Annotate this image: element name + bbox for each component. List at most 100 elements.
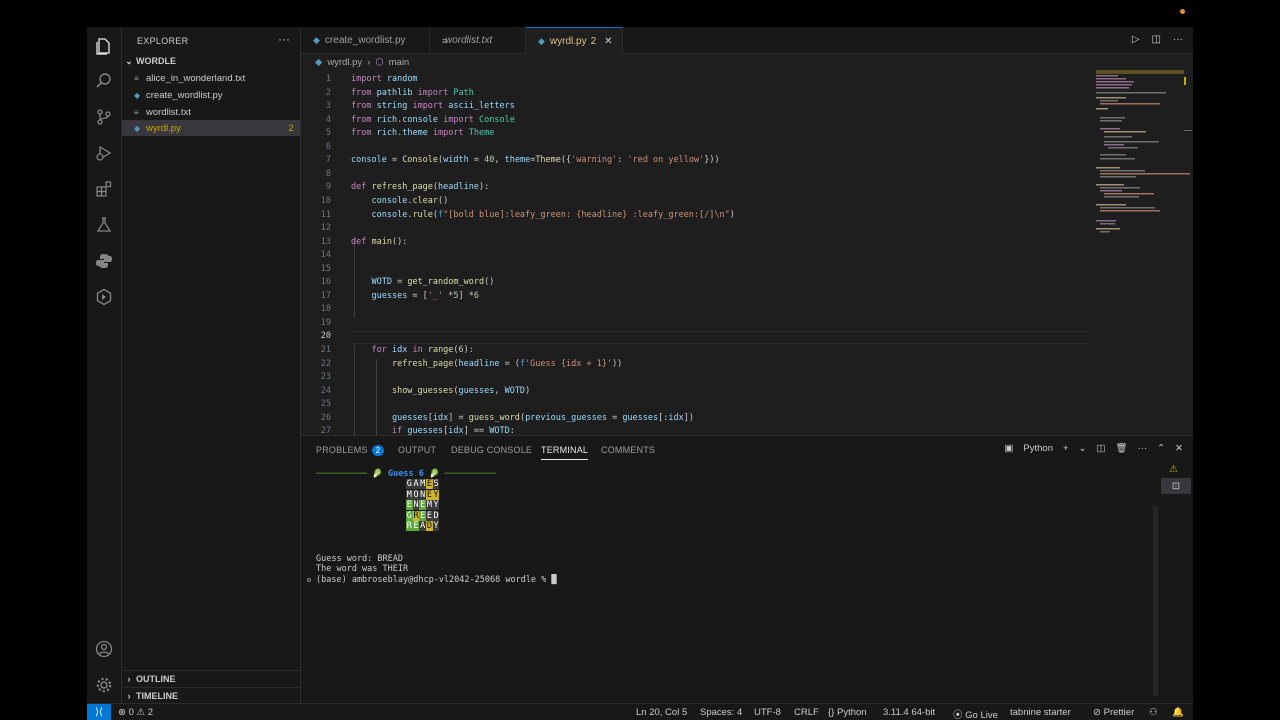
- letter-tile: Y: [432, 500, 440, 510]
- tab-debug-console[interactable]: DEBUG CONSOLE: [451, 445, 532, 455]
- shell-prompt: (base) ambroseblay@dhcp-vl2042-25068 wor…: [316, 575, 552, 585]
- breadcrumb-symbol[interactable]: main: [389, 57, 410, 68]
- explorer-files-icon[interactable]: [93, 35, 115, 57]
- tab-problems[interactable]: PROBLEMS 2: [316, 445, 385, 456]
- tab-wyrdl[interactable]: ◆ wyrdl.py 2 ✕: [526, 27, 623, 54]
- file-item-alice[interactable]: ≡ alice_in_wonderland.txt: [122, 70, 300, 86]
- cursor-position[interactable]: Ln 20, Col 5: [636, 707, 687, 718]
- code-line: for idx in range(6):: [371, 345, 474, 355]
- prettier-status[interactable]: ⊘ Prettier: [1093, 707, 1134, 718]
- indentation[interactable]: Spaces: 4: [700, 707, 742, 718]
- timeline-section[interactable]: › TIMELINE: [122, 687, 300, 703]
- accounts-icon[interactable]: [93, 638, 115, 660]
- extensions-icon[interactable]: [93, 178, 115, 200]
- testing-flask-icon[interactable]: [93, 214, 115, 236]
- breadcrumb: ◆ wyrdl.py › ⬡ main: [301, 54, 1101, 70]
- language-mode[interactable]: {} Python: [828, 707, 867, 718]
- panel-more-icon[interactable]: ···: [1138, 443, 1148, 454]
- letter-tile: E: [426, 510, 433, 521]
- terminal-shell-name[interactable]: Python: [1023, 443, 1053, 454]
- tabnine-status[interactable]: tabnine starter: [1010, 707, 1071, 718]
- code-line: console.clear(): [371, 195, 449, 206]
- outline-label: OUTLINE: [136, 673, 176, 684]
- settings-gear-icon[interactable]: [93, 674, 115, 696]
- letter-tile: E: [426, 479, 433, 489]
- minimap[interactable]: [1091, 70, 1193, 435]
- file-item-wyrdl[interactable]: ◆ wyrdl.py 2: [122, 120, 300, 136]
- explorer-more-icon[interactable]: ···: [278, 32, 290, 46]
- terminal-shell-icon: ▣: [1004, 443, 1014, 454]
- folder-wordle[interactable]: ⌄ WORDLE: [122, 53, 300, 69]
- tab-label: wordlist.txt: [445, 35, 493, 46]
- rule-right: 🥬 ──────────: [428, 469, 496, 479]
- new-terminal-plus-icon[interactable]: +: [1063, 443, 1069, 454]
- terminal-instance-icon[interactable]: ⊡: [1161, 478, 1191, 494]
- letter-tile: S: [432, 479, 440, 489]
- code-line: show_guesses(guesses, WOTD): [391, 385, 531, 396]
- split-editor-icon[interactable]: ◫: [1152, 34, 1161, 45]
- terminal-prompt-line[interactable]: (base) ambroseblay@dhcp-vl2042-25068 wor…: [316, 575, 557, 585]
- python-interpreter[interactable]: 3.11.4 64-bit: [883, 707, 935, 718]
- breadcrumb-separator: ›: [367, 56, 371, 68]
- breadcrumb-file[interactable]: wyrdl.py: [327, 57, 362, 68]
- encoding[interactable]: UTF-8: [754, 707, 781, 718]
- activity-bar: [87, 27, 122, 703]
- end-of-line[interactable]: CRLF: [794, 707, 819, 718]
- code-line: from pathlib import Path: [351, 87, 474, 98]
- tab-terminal[interactable]: TERMINAL: [541, 445, 589, 460]
- letter-tile: A: [419, 521, 427, 531]
- feedback-icon[interactable]: ⚇: [1149, 707, 1158, 718]
- error-icon: ⊗: [118, 707, 126, 718]
- remote-explorer-icon[interactable]: [93, 286, 115, 308]
- file-name: wyrdl.py: [146, 122, 181, 134]
- file-name: wordlist.txt: [146, 106, 191, 118]
- letter-tile: Y: [432, 521, 440, 531]
- file-name: alice_in_wonderland.txt: [146, 72, 246, 84]
- python-icon[interactable]: [93, 250, 115, 272]
- run-debug-icon[interactable]: [93, 142, 115, 164]
- tab-wordlist[interactable]: ≡ wordlist.txt: [430, 27, 526, 54]
- more-actions-icon[interactable]: ···: [1173, 34, 1183, 45]
- letter-tile: N: [412, 500, 420, 510]
- code-line: guesses[idx] = guess_word(previous_guess…: [391, 412, 694, 423]
- source-control-icon[interactable]: [93, 106, 115, 128]
- trash-icon[interactable]: 🗑: [1116, 443, 1128, 454]
- bell-notifications-icon[interactable]: 🔔: [1172, 707, 1184, 718]
- code-editor[interactable]: 1 import random 2 from pathlib import Path 3…: [301, 70, 1091, 435]
- terminal-dropdown-chevron-icon[interactable]: ⌄: [1079, 443, 1087, 454]
- terminal-output[interactable]: ────────── 🥬 Guess 6 🥬 ────────── ───── …: [301, 466, 1151, 696]
- letter-tile: D: [426, 521, 433, 531]
- code-line: from rich.console import Console: [351, 114, 515, 125]
- terminal-answer-line: The word was THEIR: [316, 564, 409, 574]
- file-item-create-wordlist[interactable]: ◆ create_wordlist.py: [122, 87, 300, 103]
- line-number: 12: [320, 223, 331, 234]
- code-line: if guesses[idx] == WOTD:: [391, 426, 515, 435]
- tab-comments[interactable]: COMMENTS: [601, 445, 655, 455]
- tab-create-wordlist[interactable]: ◆ create_wordlist.py: [301, 27, 430, 54]
- file-item-wordlist[interactable]: ≡ wordlist.txt: [122, 104, 300, 120]
- guess-row: GREED: [406, 510, 440, 521]
- problems-status[interactable]: ⊗ 0 ⚠ 2: [118, 707, 153, 718]
- close-icon[interactable]: ✕: [604, 36, 612, 47]
- line-number: 23: [320, 372, 331, 383]
- python-file-icon: ◆: [538, 35, 545, 46]
- line-number: 10: [320, 195, 331, 206]
- line-number: 16: [320, 277, 331, 288]
- guess-row: GAMES: [406, 479, 440, 489]
- run-play-icon[interactable]: ▷: [1132, 34, 1140, 45]
- line-number: 20: [320, 331, 331, 342]
- command-decoration-icon[interactable]: [307, 578, 311, 582]
- search-icon[interactable]: [93, 70, 115, 92]
- letter-tile: O: [412, 489, 420, 500]
- tab-label: wyrdl.py: [549, 35, 587, 47]
- terminal-scrollbar[interactable]: [1153, 506, 1158, 696]
- outline-section[interactable]: › OUTLINE: [122, 670, 300, 686]
- line-number: 2: [325, 87, 331, 98]
- vscode-window: EXPLORER ··· ⌄ WORDLE ≡ alice_in_wonderl…: [87, 27, 1193, 720]
- warning-icon[interactable]: ⚠: [1169, 464, 1178, 475]
- go-live[interactable]: ⦿ Go Live: [953, 707, 998, 720]
- go-live-label: Go Live: [965, 710, 998, 720]
- tab-output[interactable]: OUTPUT: [398, 445, 436, 455]
- split-terminal-icon[interactable]: ◫: [1097, 443, 1106, 454]
- remote-indicator-icon[interactable]: ⟩⟨: [87, 704, 111, 720]
